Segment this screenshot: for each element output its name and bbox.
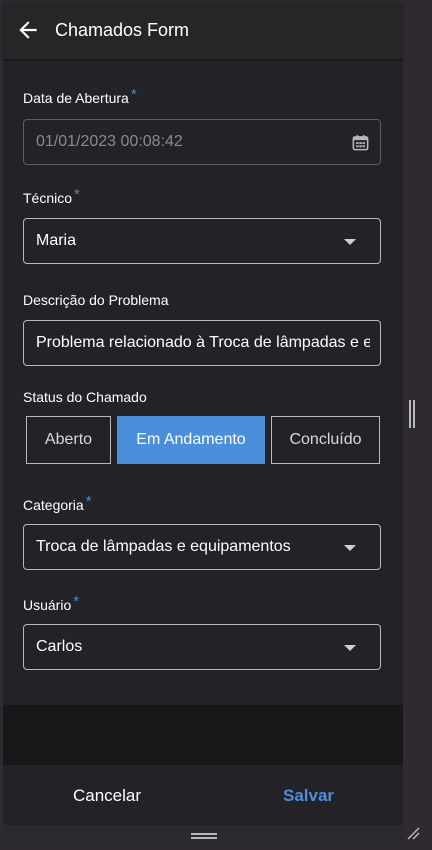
app-bar: Chamados Form	[3, 3, 403, 59]
side-resize-handle-icon[interactable]	[409, 400, 415, 428]
calendar-icon[interactable]	[351, 133, 370, 152]
categoria-label: Categoria *	[23, 493, 92, 513]
required-mark: *	[73, 593, 80, 610]
dropdown-caret-icon	[344, 239, 356, 245]
required-mark: *	[74, 186, 80, 203]
tecnico-label: Técnico *	[23, 186, 80, 206]
drag-handle-icon[interactable]	[191, 833, 217, 839]
back-arrow-icon[interactable]	[15, 17, 41, 43]
data-abertura-value: 01/01/2023 00:08:42	[36, 133, 183, 150]
required-mark: *	[130, 86, 137, 103]
footer-spacer	[3, 705, 403, 765]
status-option-em-andamento[interactable]: Em Andamento	[117, 416, 265, 464]
status-label: Status do Chamado	[23, 389, 147, 405]
page-title: Chamados Form	[55, 20, 190, 40]
tecnico-select[interactable]: Maria	[23, 218, 381, 264]
usuario-label: Usuário *	[23, 593, 80, 613]
data-abertura-label: Data de Abertura *	[23, 86, 137, 106]
dropdown-caret-icon	[344, 545, 356, 551]
resize-grip-icon[interactable]	[406, 826, 420, 840]
cancel-button[interactable]: Cancelar	[73, 786, 141, 806]
action-bar: Cancelar Salvar	[3, 765, 403, 825]
usuario-select[interactable]: Carlos	[23, 624, 381, 670]
data-abertura-field: 01/01/2023 00:08:42	[23, 119, 381, 165]
status-option-aberto[interactable]: Aberto	[26, 416, 111, 464]
status-option-concluido[interactable]: Concluído	[271, 416, 380, 464]
categoria-select[interactable]: Troca de lâmpadas e equipamentos	[23, 524, 381, 570]
required-mark: *	[85, 493, 92, 510]
tecnico-value: Maria	[36, 232, 77, 249]
usuario-value: Carlos	[36, 638, 83, 655]
form-window: Chamados Form Data de Abertura * 01/01/20…	[3, 3, 403, 845]
descricao-value: Problema relacionado à Troca de lâmpadas…	[36, 334, 370, 351]
descricao-label: Descrição do Problema	[23, 292, 169, 308]
bottom-resize-bar[interactable]	[3, 825, 403, 845]
dropdown-caret-icon	[344, 645, 356, 651]
save-button[interactable]: Salvar	[283, 786, 334, 806]
descricao-input[interactable]: Problema relacionado à Troca de lâmpadas…	[23, 320, 381, 366]
categoria-value: Troca de lâmpadas e equipamentos	[36, 538, 291, 555]
